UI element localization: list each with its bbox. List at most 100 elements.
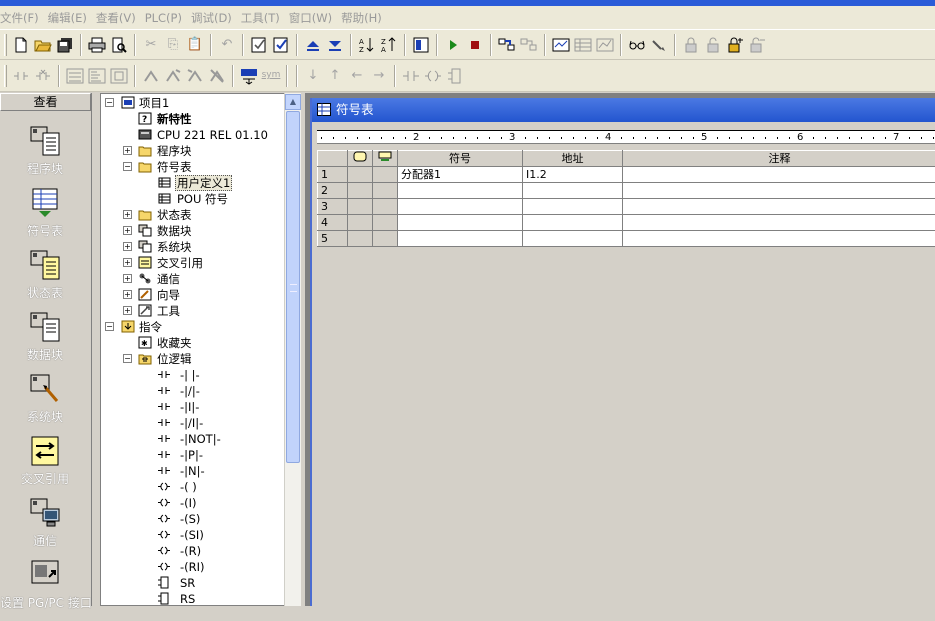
print-preview-icon[interactable] (108, 34, 130, 56)
line-right-icon[interactable]: → (368, 65, 390, 87)
expand-icon[interactable]: + (123, 290, 132, 299)
compile-all-icon[interactable] (270, 34, 292, 56)
navigation-bar-title[interactable]: 查看 (0, 93, 91, 111)
expand-icon[interactable]: + (123, 210, 132, 219)
table-row[interactable]: 4 (318, 215, 935, 231)
force-lock-icon[interactable] (724, 34, 746, 56)
line-down-icon[interactable]: ↓ (302, 65, 324, 87)
collapse-icon[interactable]: − (123, 162, 132, 171)
scroll-up-icon[interactable]: ▲ (285, 94, 301, 110)
symbol-cell[interactable] (398, 199, 523, 215)
run-icon[interactable] (442, 34, 464, 56)
table-row[interactable]: 5 (318, 231, 935, 247)
remove-bookmarks-icon[interactable] (206, 65, 228, 87)
next-bookmark-icon[interactable] (162, 65, 184, 87)
toggle-bookmark-icon[interactable] (140, 65, 162, 87)
expand-icon[interactable]: + (123, 258, 132, 267)
force-write-icon[interactable] (648, 34, 670, 56)
insert-box-icon[interactable] (444, 65, 466, 87)
comment-cell[interactable] (623, 231, 935, 247)
collapse-icon[interactable]: − (105, 98, 114, 107)
insert-contact-icon[interactable] (400, 65, 422, 87)
menu-help[interactable]: 帮助(H) (341, 10, 391, 26)
address-cell[interactable] (523, 215, 623, 231)
expand-icon[interactable]: + (123, 242, 132, 251)
sort-descending-icon[interactable]: ZA (378, 34, 400, 56)
row-number-cell[interactable]: 2 (318, 183, 348, 199)
symbol-used-cell[interactable] (348, 167, 373, 183)
sort-ascending-icon[interactable]: AZ (356, 34, 378, 56)
toolbar-grip[interactable] (4, 65, 7, 87)
symbol-cell[interactable] (398, 183, 523, 199)
network-insert-icon[interactable] (10, 65, 32, 87)
address-cell[interactable] (523, 183, 623, 199)
comment-cell[interactable] (623, 199, 935, 215)
network-delete-icon[interactable] (32, 65, 54, 87)
symbol-overlap-cell[interactable] (373, 215, 398, 231)
tree-vertical-scrollbar[interactable]: ▲ (284, 93, 301, 606)
stl-view-icon[interactable] (86, 65, 108, 87)
previous-bookmark-icon[interactable] (184, 65, 206, 87)
line-left-icon[interactable]: ← (346, 65, 368, 87)
expand-icon[interactable]: + (123, 306, 132, 315)
save-all-icon[interactable] (54, 34, 76, 56)
symbol-table-titlebar[interactable]: 符号表 (312, 98, 935, 122)
symbol-address-toggle-icon[interactable] (238, 65, 260, 87)
paste-icon[interactable]: 📋 (184, 34, 206, 56)
comment-cell[interactable] (623, 167, 935, 183)
download-icon[interactable] (324, 34, 346, 56)
symbol-used-cell[interactable] (348, 215, 373, 231)
expand-icon[interactable]: + (123, 226, 132, 235)
nav-data-block[interactable]: 数据块 (0, 311, 90, 373)
table-row[interactable]: 2 (318, 183, 935, 199)
nav-set-pg-pc-interface[interactable]: 设置 PG/PC 接口 (0, 559, 90, 621)
menu-view[interactable]: 查看(V) (96, 10, 145, 26)
nav-symbol-table[interactable]: 符号表 (0, 187, 90, 249)
symbol-used-cell[interactable] (348, 199, 373, 215)
table-disabled-icon[interactable] (572, 34, 594, 56)
nav-system-block[interactable]: 系统块 (0, 373, 90, 435)
table-row[interactable]: 3 (318, 199, 935, 215)
symbol-overlap-cell[interactable] (373, 231, 398, 247)
symbol-used-cell[interactable] (348, 231, 373, 247)
unlock-icon[interactable] (702, 34, 724, 56)
nav-program-block[interactable]: 程序块 (0, 125, 90, 187)
menu-plc[interactable]: PLC(P) (145, 11, 191, 25)
nav-communication[interactable]: 通信 (0, 497, 90, 559)
collapse-icon[interactable]: − (105, 322, 114, 331)
copy-icon[interactable]: ⎘ (162, 34, 184, 56)
menu-edit[interactable]: 编辑(E) (48, 10, 96, 26)
compile-icon[interactable] (248, 34, 270, 56)
table-row[interactable]: 1分配器1I1.2 (318, 167, 935, 183)
symbol-cell[interactable] (398, 215, 523, 231)
expand-icon[interactable]: + (123, 274, 132, 283)
address-cell[interactable]: I1.2 (523, 167, 623, 183)
scroll-thumb[interactable] (286, 111, 300, 463)
row-number-cell[interactable]: 4 (318, 215, 348, 231)
undo-icon[interactable]: ↶ (216, 34, 238, 56)
row-number-cell[interactable]: 3 (318, 199, 348, 215)
address-cell[interactable] (523, 231, 623, 247)
symbol-overlap-cell[interactable] (373, 183, 398, 199)
nav-status-table[interactable]: 状态表 (0, 249, 90, 311)
lock-icon[interactable] (680, 34, 702, 56)
program-status-disabled-icon[interactable] (518, 34, 540, 56)
options-icon[interactable] (410, 34, 432, 56)
fbd-view-icon[interactable] (108, 65, 130, 87)
symbol-overlap-cell[interactable] (373, 199, 398, 215)
symbol-column-header[interactable]: 符号 (398, 151, 523, 167)
toolbar-grip[interactable] (4, 34, 7, 56)
trend-disabled-icon[interactable] (594, 34, 616, 56)
menu-tools[interactable]: 工具(T) (241, 10, 289, 26)
row-number-cell[interactable]: 5 (318, 231, 348, 247)
ladder-view-icon[interactable] (64, 65, 86, 87)
comment-cell[interactable] (623, 215, 935, 231)
symbol-used-header[interactable] (348, 151, 373, 167)
symbol-used-cell[interactable] (348, 183, 373, 199)
symbol-overlap-cell[interactable] (373, 167, 398, 183)
line-up-icon[interactable]: ↑ (324, 65, 346, 87)
chart-status-icon[interactable] (550, 34, 572, 56)
apply-symbols-icon[interactable]: sym (260, 65, 282, 87)
stop-icon[interactable] (464, 34, 486, 56)
new-file-icon[interactable] (10, 34, 32, 56)
